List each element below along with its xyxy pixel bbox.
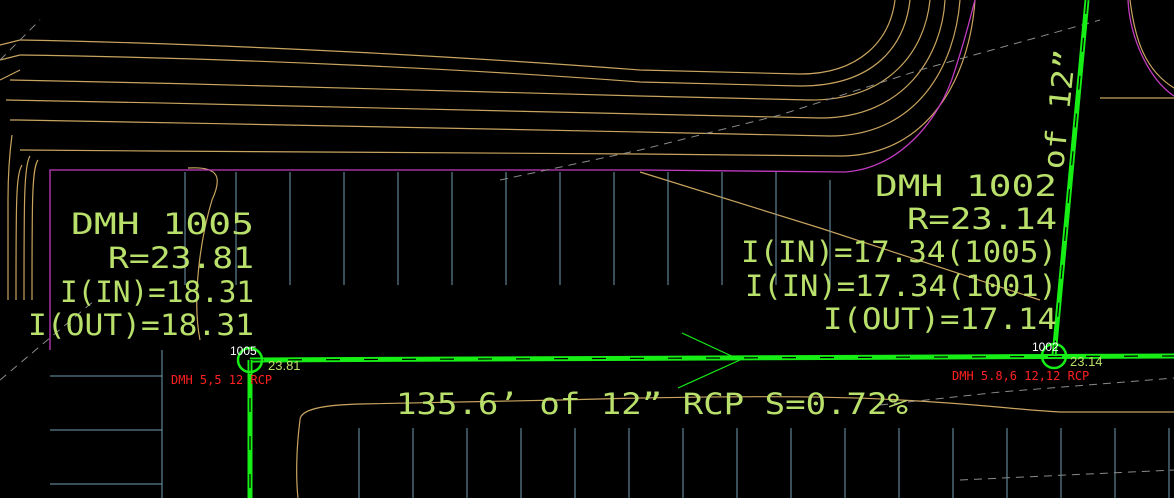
- node-1005-elev: 23.81: [268, 358, 301, 373]
- dmh-1002-inv-in-1: I(IN)=17.34(1005): [741, 235, 1057, 269]
- dmh-1002-rim: R=23.14: [907, 202, 1057, 236]
- cad-drawing-canvas[interactable]: 1005 23.81 1002 23.14 DMH 5,5 12 RCP DMH…: [0, 0, 1174, 498]
- pipe-label-horizontal: 135.6’ of 12” RCP S=0.72%: [396, 387, 908, 421]
- node-1002-elev: 23.14: [1070, 354, 1103, 369]
- structure-tag-1005: DMH 5,5 12 RCP: [171, 373, 272, 387]
- dmh-1002-name: DMH 1002: [875, 169, 1057, 203]
- dmh-1005-inv-out: I(OUT)=18.31: [28, 308, 254, 342]
- dmh-1002-inv-in-2: I(IN)=17.34(1001): [745, 269, 1057, 303]
- dmh-1005-inv-in: I(IN)=18.31: [60, 275, 254, 309]
- node-1002-id: 1002: [1032, 340, 1059, 354]
- dmh-1005-rim: R=23.81: [108, 241, 254, 275]
- node-1005-id: 1005: [230, 344, 257, 358]
- structure-tag-1002: DMH 5.8,6 12,12 RCP: [952, 369, 1089, 383]
- dmh-1002-inv-out: I(OUT)=17.14: [823, 302, 1057, 336]
- dmh-1005-name: DMH 1005: [71, 207, 254, 241]
